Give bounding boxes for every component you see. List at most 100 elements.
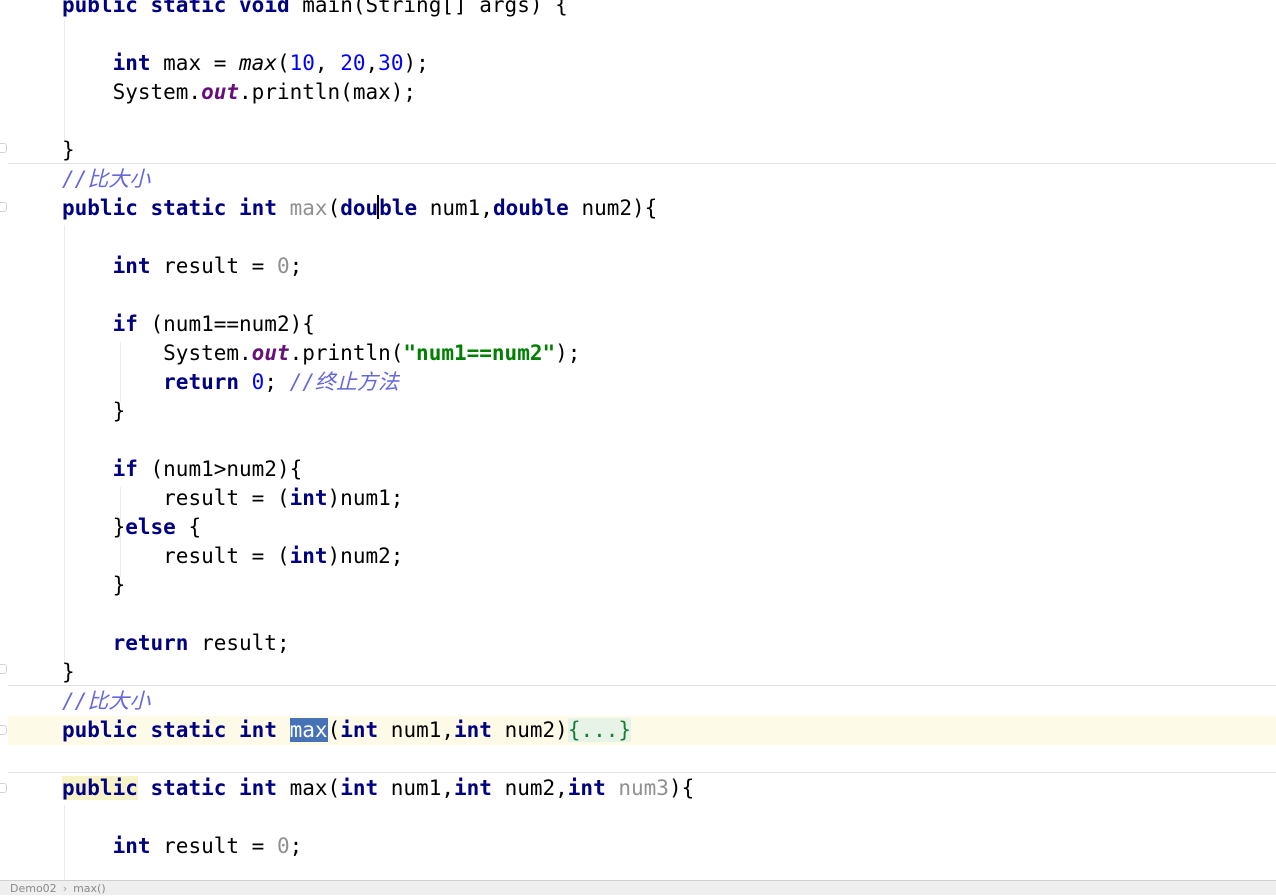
- fold-marker[interactable]: [0, 664, 8, 674]
- number-literal: 0: [251, 370, 265, 394]
- keyword: void: [239, 0, 290, 17]
- keyword: int: [340, 776, 379, 800]
- code-text: System.: [163, 341, 252, 365]
- code-text: num2){: [568, 196, 658, 220]
- keyword: int: [112, 834, 151, 858]
- fold-marker[interactable]: [0, 725, 8, 735]
- code-line[interactable]: }: [8, 658, 1276, 687]
- keyword: int: [567, 776, 606, 800]
- code-text: (num1>num2){: [137, 457, 303, 481]
- code-line[interactable]: int result = 0;: [8, 252, 1276, 281]
- fold-marker[interactable]: [0, 783, 8, 793]
- code-line[interactable]: //比大小: [8, 165, 1276, 194]
- keyword: int: [454, 718, 492, 742]
- code-line[interactable]: }: [8, 397, 1276, 426]
- code-line-current[interactable]: public static int max(int num1,int num2)…: [8, 716, 1276, 745]
- code-text: )num2;: [327, 544, 404, 568]
- code-text: );: [403, 51, 429, 75]
- keyword: else: [125, 515, 176, 539]
- code-text: result =: [150, 834, 277, 858]
- code-line[interactable]: System.out.println(max);: [8, 78, 1276, 107]
- breadcrumb: Demo02 › max(): [0, 880, 1276, 895]
- keyword: static: [150, 196, 227, 220]
- code-text: result = (: [163, 544, 290, 568]
- code-text: }: [112, 515, 126, 539]
- method-call: max: [239, 51, 277, 75]
- code-text: (: [276, 51, 290, 75]
- number-literal: 0: [276, 254, 290, 278]
- code-text: result =: [150, 254, 277, 278]
- string-literal: "num1==num2": [403, 341, 556, 365]
- code-text: (: [327, 718, 341, 742]
- keyword: public: [62, 718, 138, 742]
- code-text: (: [327, 196, 341, 220]
- code-line[interactable]: if (num1>num2){: [8, 455, 1276, 484]
- fold-marker[interactable]: [0, 202, 8, 212]
- keyword: if: [112, 457, 138, 481]
- code-text: max =: [150, 51, 240, 75]
- method-name: max: [289, 196, 328, 220]
- folded-code-block[interactable]: {...}: [567, 718, 632, 742]
- code-line[interactable]: }: [8, 571, 1276, 600]
- keyword: ble: [379, 196, 418, 220]
- code-text: ;: [289, 834, 303, 858]
- code-line[interactable]: return 0; //终止方法: [8, 368, 1276, 397]
- code-text: num1,: [378, 776, 454, 800]
- keyword: static: [150, 718, 227, 742]
- keyword: return: [112, 631, 189, 655]
- keyword: int: [239, 196, 277, 220]
- code-text: max(: [276, 776, 341, 800]
- code-text: .println(max);: [239, 80, 417, 104]
- keyword: public: [62, 776, 138, 800]
- code-line[interactable]: System.out.println("num1==num2");: [8, 339, 1276, 368]
- code-text: }: [112, 573, 126, 597]
- number-literal: 0: [276, 834, 290, 858]
- code-line[interactable]: public static void main(String[] args) {: [8, 0, 1276, 20]
- code-line[interactable]: result = (int)num1;: [8, 484, 1276, 513]
- keyword: static: [150, 776, 227, 800]
- keyword: int: [112, 254, 151, 278]
- code-text: ,: [365, 51, 379, 75]
- breadcrumb-item-class[interactable]: Demo02: [10, 882, 57, 895]
- code-line[interactable]: return result;: [8, 629, 1276, 658]
- number-literal: 10: [289, 51, 315, 75]
- keyword: int: [239, 718, 277, 742]
- code-line[interactable]: public static int max(double num1,double…: [8, 194, 1276, 223]
- code-text: ;: [264, 370, 277, 394]
- code-text: main(String[] args) {: [302, 0, 568, 17]
- code-text: num1,: [378, 718, 455, 742]
- code-line[interactable]: public static int max(int num1,int num2,…: [8, 774, 1276, 803]
- code-text: .println(: [289, 341, 404, 365]
- code-text: );: [555, 341, 581, 365]
- keyword: int: [340, 718, 379, 742]
- code-text: result;: [188, 631, 290, 655]
- fold-marker[interactable]: [0, 143, 8, 153]
- number-literal: 20: [340, 51, 366, 75]
- code-text: }: [62, 138, 75, 162]
- code-line[interactable]: int max = max(10, 20,30);: [8, 49, 1276, 78]
- keyword: double: [492, 196, 569, 220]
- keyword: int: [289, 486, 328, 510]
- keyword: return: [163, 370, 240, 394]
- breadcrumb-item-method[interactable]: max(): [73, 882, 106, 895]
- code-editor[interactable]: public static void main(String[] args) {…: [0, 0, 1276, 880]
- selected-method-name[interactable]: max: [289, 718, 328, 742]
- code-line[interactable]: result = (int)num2;: [8, 542, 1276, 571]
- code-line[interactable]: if (num1==num2){: [8, 310, 1276, 339]
- code-text: System.: [112, 80, 202, 104]
- code-text: )num1;: [327, 486, 404, 510]
- code-text: {: [175, 515, 202, 539]
- keyword: public: [62, 0, 138, 17]
- code-line[interactable]: //比大小: [8, 687, 1276, 716]
- comment: //比大小: [62, 167, 151, 191]
- code-line[interactable]: int result = 0;: [8, 832, 1276, 861]
- comment: //比大小: [62, 689, 151, 713]
- number-literal: 30: [378, 51, 404, 75]
- code-line[interactable]: }else {: [8, 513, 1276, 542]
- code-text: ;: [289, 254, 303, 278]
- code-line[interactable]: }: [8, 136, 1276, 165]
- code-text: (num1==num2){: [137, 312, 315, 336]
- static-field: out: [201, 80, 240, 104]
- code-text: result = (: [163, 486, 290, 510]
- method-separator: [8, 772, 1276, 773]
